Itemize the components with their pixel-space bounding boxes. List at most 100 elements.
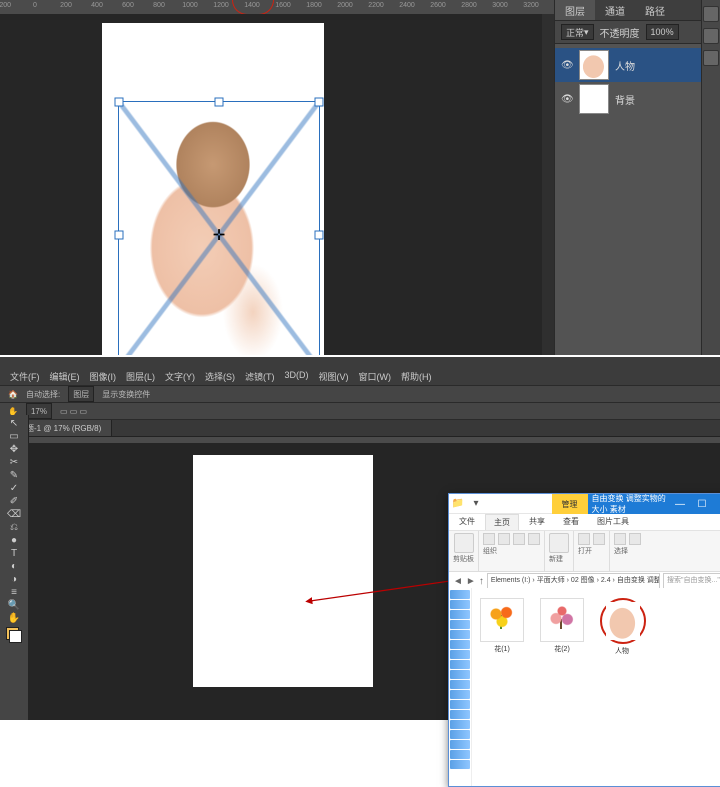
- layer-row[interactable]: 👁 人物: [555, 48, 720, 82]
- tool-button[interactable]: ⌫: [8, 508, 21, 521]
- qat-icon[interactable]: ▾: [467, 498, 485, 509]
- tool-button[interactable]: ⎌: [8, 521, 21, 534]
- manage-tab[interactable]: 管理: [552, 494, 588, 514]
- file-item[interactable]: 花(1): [480, 598, 524, 654]
- ribbon-tab[interactable]: 主页: [485, 514, 519, 530]
- nav-item[interactable]: [450, 750, 470, 759]
- scrollbar-vertical[interactable]: [542, 14, 554, 355]
- tool-button[interactable]: ✂: [8, 456, 21, 469]
- ribbon-tab[interactable]: 共享: [521, 514, 553, 530]
- nav-item[interactable]: [450, 620, 470, 629]
- visibility-icon[interactable]: 👁: [561, 94, 573, 105]
- menu-item[interactable]: 图像(I): [90, 370, 117, 384]
- rename-icon[interactable]: [528, 533, 540, 545]
- file-item[interactable]: 人物: [600, 598, 644, 656]
- file-item[interactable]: 花(2): [540, 598, 584, 654]
- layer-thumbnail[interactable]: [579, 50, 609, 80]
- menu-item[interactable]: 文字(Y): [165, 370, 195, 384]
- nav-item[interactable]: [450, 650, 470, 659]
- tool-button[interactable]: ◑: [8, 573, 21, 586]
- tab-paths[interactable]: 路径: [635, 0, 675, 20]
- nav-item[interactable]: [450, 590, 470, 599]
- transform-box[interactable]: ✛: [118, 101, 320, 355]
- opt-icons[interactable]: ▭ ▭ ▭: [60, 407, 87, 416]
- ribbon-tab[interactable]: 文件: [451, 514, 483, 530]
- menu-item[interactable]: 窗口(W): [359, 370, 392, 384]
- color-swatch[interactable]: [6, 627, 22, 643]
- nav-fwd-icon[interactable]: ►: [466, 576, 476, 587]
- nav-item[interactable]: [450, 690, 470, 699]
- menu-item[interactable]: 图层(L): [126, 370, 155, 384]
- moveto-icon[interactable]: [483, 533, 495, 545]
- newfolder-icon[interactable]: [549, 533, 569, 553]
- nav-item[interactable]: [450, 730, 470, 739]
- nav-item[interactable]: [450, 700, 470, 709]
- nav-item[interactable]: [450, 640, 470, 649]
- properties-icon[interactable]: [578, 533, 590, 545]
- tool-button[interactable]: ✎: [8, 469, 21, 482]
- tool-button[interactable]: ◐: [8, 560, 21, 573]
- document-canvas-2[interactable]: [193, 455, 373, 687]
- nav-item[interactable]: [450, 740, 470, 749]
- ribbon-tab[interactable]: 图片工具: [589, 514, 637, 530]
- visibility-icon[interactable]: 👁: [561, 60, 573, 71]
- tab-layers[interactable]: 图层: [555, 0, 595, 20]
- path-field[interactable]: Elements (I:) › 平面大师 › 02 图像 › 2.4 › 自由变…: [487, 573, 660, 590]
- menu-item[interactable]: 视图(V): [319, 370, 349, 384]
- nav-up-icon[interactable]: ↑: [479, 576, 484, 587]
- autoselect-target[interactable]: 图层: [68, 386, 94, 402]
- nav-item[interactable]: [450, 720, 470, 729]
- zoom-input[interactable]: 17%: [26, 403, 52, 419]
- menu-item[interactable]: 选择(S): [205, 370, 235, 384]
- tool-button[interactable]: ↖: [8, 417, 21, 430]
- tool-button[interactable]: ≡: [8, 586, 21, 599]
- menu-item[interactable]: 编辑(E): [50, 370, 80, 384]
- tool-button[interactable]: ▭: [8, 430, 21, 443]
- opacity-input[interactable]: 100%: [646, 24, 679, 40]
- nav-item[interactable]: [450, 760, 470, 769]
- menu-item[interactable]: 文件(F): [10, 370, 40, 384]
- nav-item[interactable]: [450, 660, 470, 669]
- tool-button[interactable]: 🔍: [8, 599, 21, 612]
- nav-item[interactable]: [450, 680, 470, 689]
- nav-item[interactable]: [450, 670, 470, 679]
- paste-icon[interactable]: [454, 533, 474, 553]
- home-icon[interactable]: 🏠: [8, 390, 18, 399]
- nav-item[interactable]: [450, 600, 470, 609]
- minimize-button[interactable]: —: [669, 499, 691, 510]
- file-explorer-window[interactable]: 📁 ▾ 管理 自由变换 调整实物的大小 素材 — ☐ ✕ 文件主页共享查看图片工…: [448, 493, 720, 787]
- blend-mode-select[interactable]: 正常 ▾: [561, 24, 594, 40]
- selectnone-icon[interactable]: [629, 533, 641, 545]
- tool-button[interactable]: ✥: [8, 443, 21, 456]
- layer-row[interactable]: 👁 背景 🔒: [555, 82, 720, 116]
- menu-item[interactable]: 3D(D): [285, 370, 309, 384]
- document-canvas[interactable]: ✛: [102, 23, 324, 355]
- search-field[interactable]: 搜索"自由变换...": [663, 573, 720, 590]
- tab-channels[interactable]: 通道: [595, 0, 635, 20]
- tool-button[interactable]: ✋: [8, 612, 21, 625]
- open-icon[interactable]: [593, 533, 605, 545]
- file-list[interactable]: 花(1) 花(2) 人物: [472, 588, 720, 786]
- nav-item[interactable]: [450, 630, 470, 639]
- menu-item[interactable]: 滤镜(T): [245, 370, 275, 384]
- nav-item[interactable]: [450, 710, 470, 719]
- tool-button[interactable]: ✐: [8, 495, 21, 508]
- menu-item[interactable]: 帮助(H): [401, 370, 432, 384]
- tool-button[interactable]: ✓: [8, 482, 21, 495]
- copyto-icon[interactable]: [498, 533, 510, 545]
- canvas-stage[interactable]: ✛: [0, 14, 554, 355]
- nav-item[interactable]: [450, 610, 470, 619]
- dock-icon[interactable]: [703, 50, 719, 66]
- maximize-button[interactable]: ☐: [691, 499, 713, 510]
- nav-back-icon[interactable]: ◄: [453, 576, 463, 587]
- close-button[interactable]: ✕: [713, 499, 720, 510]
- nav-pane[interactable]: [449, 588, 472, 786]
- selectall-icon[interactable]: [614, 533, 626, 545]
- canvas-stage-2[interactable]: 📁 ▾ 管理 自由变换 调整实物的大小 素材 — ☐ ✕ 文件主页共享查看图片工…: [28, 443, 720, 720]
- tool-button[interactable]: T: [8, 547, 21, 560]
- dock-icon[interactable]: [703, 28, 719, 44]
- dock-icon[interactable]: [703, 6, 719, 22]
- layer-thumbnail[interactable]: [579, 84, 609, 114]
- tool-button[interactable]: ●: [8, 534, 21, 547]
- delete-icon[interactable]: [513, 533, 525, 545]
